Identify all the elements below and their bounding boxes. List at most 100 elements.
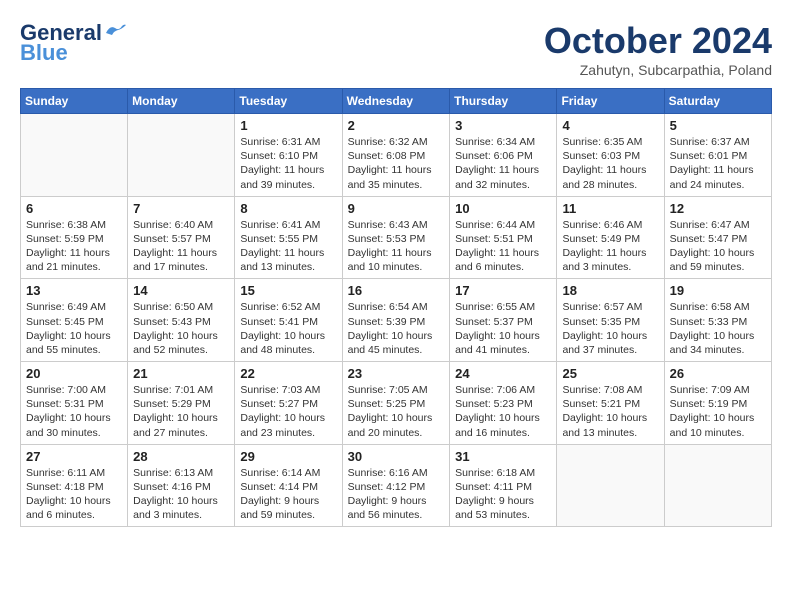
month-title: October 2024: [544, 20, 772, 62]
day-number: 11: [562, 201, 658, 216]
location-subtitle: Zahutyn, Subcarpathia, Poland: [544, 62, 772, 78]
calendar-cell: 4 Sunrise: 6:35 AM Sunset: 6:03 PM Daylig…: [557, 114, 664, 197]
calendar-cell: 18 Sunrise: 6:57 AM Sunset: 5:35 PM Dayli…: [557, 279, 664, 362]
day-number: 27: [26, 449, 122, 464]
day-info: Sunrise: 7:00 AM Sunset: 5:31 PM Dayligh…: [26, 383, 122, 440]
calendar-cell: [21, 114, 128, 197]
calendar-cell: 10 Sunrise: 6:44 AM Sunset: 5:51 PM Dayli…: [450, 196, 557, 279]
day-info: Sunrise: 6:55 AM Sunset: 5:37 PM Dayligh…: [455, 300, 551, 357]
title-block: October 2024 Zahutyn, Subcarpathia, Pola…: [544, 20, 772, 78]
day-number: 29: [240, 449, 336, 464]
day-number: 12: [670, 201, 766, 216]
calendar-header-sunday: Sunday: [21, 89, 128, 114]
day-info: Sunrise: 7:08 AM Sunset: 5:21 PM Dayligh…: [562, 383, 658, 440]
calendar-cell: 19 Sunrise: 6:58 AM Sunset: 5:33 PM Dayli…: [664, 279, 771, 362]
calendar-table: SundayMondayTuesdayWednesdayThursdayFrid…: [20, 88, 772, 527]
calendar-cell: 24 Sunrise: 7:06 AM Sunset: 5:23 PM Dayli…: [450, 362, 557, 445]
day-number: 25: [562, 366, 658, 381]
calendar-header-thursday: Thursday: [450, 89, 557, 114]
day-info: Sunrise: 7:09 AM Sunset: 5:19 PM Dayligh…: [670, 383, 766, 440]
calendar-cell: 22Sunrise: 7:03 AM Sunset: 5:27 PM Dayli…: [235, 362, 342, 445]
day-info: Sunrise: 6:41 AM Sunset: 5:55 PM Dayligh…: [240, 218, 336, 275]
calendar-header-row: SundayMondayTuesdayWednesdayThursdayFrid…: [21, 89, 772, 114]
calendar-cell: 5Sunrise: 6:37 AM Sunset: 6:01 PM Daylig…: [664, 114, 771, 197]
calendar-cell: [557, 444, 664, 527]
calendar-week-row: 27 Sunrise: 6:11 AM Sunset: 4:18 PM Dayli…: [21, 444, 772, 527]
calendar-cell: 26Sunrise: 7:09 AM Sunset: 5:19 PM Dayli…: [664, 362, 771, 445]
logo: General Blue: [20, 20, 126, 66]
day-number: 6: [26, 201, 122, 216]
day-info: Sunrise: 6:49 AM Sunset: 5:45 PM Dayligh…: [26, 300, 122, 357]
calendar-cell: 2Sunrise: 6:32 AM Sunset: 6:08 PM Daylig…: [342, 114, 450, 197]
day-info: Sunrise: 6:14 AM Sunset: 4:14 PM Dayligh…: [240, 466, 336, 523]
day-info: Sunrise: 6:44 AM Sunset: 5:51 PM Dayligh…: [455, 218, 551, 275]
calendar-cell: 31 Sunrise: 6:18 AM Sunset: 4:11 PM Dayli…: [450, 444, 557, 527]
calendar-cell: 11Sunrise: 6:46 AM Sunset: 5:49 PM Dayli…: [557, 196, 664, 279]
day-info: Sunrise: 6:57 AM Sunset: 5:35 PM Dayligh…: [562, 300, 658, 357]
day-number: 20: [26, 366, 122, 381]
day-number: 4: [562, 118, 658, 133]
day-number: 18: [562, 283, 658, 298]
calendar-cell: 13 Sunrise: 6:49 AM Sunset: 5:45 PM Dayli…: [21, 279, 128, 362]
day-info: Sunrise: 7:01 AM Sunset: 5:29 PM Dayligh…: [133, 383, 229, 440]
day-number: 5: [670, 118, 766, 133]
day-info: Sunrise: 7:03 AM Sunset: 5:27 PM Dayligh…: [240, 383, 336, 440]
calendar-cell: 14Sunrise: 6:50 AM Sunset: 5:43 PM Dayli…: [128, 279, 235, 362]
day-info: Sunrise: 6:35 AM Sunset: 6:03 PM Dayligh…: [562, 135, 658, 192]
day-number: 1: [240, 118, 336, 133]
calendar-header-saturday: Saturday: [664, 89, 771, 114]
day-info: Sunrise: 6:31 AM Sunset: 6:10 PM Dayligh…: [240, 135, 336, 192]
calendar-cell: 27 Sunrise: 6:11 AM Sunset: 4:18 PM Dayli…: [21, 444, 128, 527]
day-number: 21: [133, 366, 229, 381]
calendar-cell: 23Sunrise: 7:05 AM Sunset: 5:25 PM Dayli…: [342, 362, 450, 445]
calendar-cell: 20 Sunrise: 7:00 AM Sunset: 5:31 PM Dayli…: [21, 362, 128, 445]
day-info: Sunrise: 7:06 AM Sunset: 5:23 PM Dayligh…: [455, 383, 551, 440]
day-number: 3: [455, 118, 551, 133]
calendar-header-monday: Monday: [128, 89, 235, 114]
calendar-cell: 8 Sunrise: 6:41 AM Sunset: 5:55 PM Daylig…: [235, 196, 342, 279]
day-number: 15: [240, 283, 336, 298]
day-number: 10: [455, 201, 551, 216]
day-info: Sunrise: 6:58 AM Sunset: 5:33 PM Dayligh…: [670, 300, 766, 357]
day-info: Sunrise: 6:38 AM Sunset: 5:59 PM Dayligh…: [26, 218, 122, 275]
calendar-cell: [128, 114, 235, 197]
calendar-cell: 6 Sunrise: 6:38 AM Sunset: 5:59 PM Daylig…: [21, 196, 128, 279]
calendar-cell: 29 Sunrise: 6:14 AM Sunset: 4:14 PM Dayli…: [235, 444, 342, 527]
calendar-cell: 12 Sunrise: 6:47 AM Sunset: 5:47 PM Dayli…: [664, 196, 771, 279]
calendar-cell: 17 Sunrise: 6:55 AM Sunset: 5:37 PM Dayli…: [450, 279, 557, 362]
day-info: Sunrise: 6:40 AM Sunset: 5:57 PM Dayligh…: [133, 218, 229, 275]
calendar-cell: 21 Sunrise: 7:01 AM Sunset: 5:29 PM Dayli…: [128, 362, 235, 445]
calendar-week-row: 13 Sunrise: 6:49 AM Sunset: 5:45 PM Dayli…: [21, 279, 772, 362]
day-info: Sunrise: 6:52 AM Sunset: 5:41 PM Dayligh…: [240, 300, 336, 357]
day-number: 9: [348, 201, 445, 216]
day-number: 7: [133, 201, 229, 216]
calendar-cell: [664, 444, 771, 527]
page-header: General Blue October 2024 Zahutyn, Subca…: [20, 20, 772, 78]
day-number: 30: [348, 449, 445, 464]
calendar-cell: 15 Sunrise: 6:52 AM Sunset: 5:41 PM Dayli…: [235, 279, 342, 362]
day-number: 8: [240, 201, 336, 216]
calendar-cell: 30 Sunrise: 6:16 AM Sunset: 4:12 PM Dayli…: [342, 444, 450, 527]
day-number: 31: [455, 449, 551, 464]
calendar-cell: 7 Sunrise: 6:40 AM Sunset: 5:57 PM Daylig…: [128, 196, 235, 279]
day-number: 24: [455, 366, 551, 381]
day-number: 13: [26, 283, 122, 298]
calendar-cell: 25 Sunrise: 7:08 AM Sunset: 5:21 PM Dayli…: [557, 362, 664, 445]
day-number: 17: [455, 283, 551, 298]
day-info: Sunrise: 6:43 AM Sunset: 5:53 PM Dayligh…: [348, 218, 445, 275]
day-info: Sunrise: 6:16 AM Sunset: 4:12 PM Dayligh…: [348, 466, 445, 523]
day-info: Sunrise: 6:18 AM Sunset: 4:11 PM Dayligh…: [455, 466, 551, 523]
calendar-cell: 28Sunrise: 6:13 AM Sunset: 4:16 PM Dayli…: [128, 444, 235, 527]
day-number: 23: [348, 366, 445, 381]
calendar-header-tuesday: Tuesday: [235, 89, 342, 114]
calendar-cell: 3 Sunrise: 6:34 AM Sunset: 6:06 PM Daylig…: [450, 114, 557, 197]
calendar-cell: 9 Sunrise: 6:43 AM Sunset: 5:53 PM Daylig…: [342, 196, 450, 279]
day-number: 28: [133, 449, 229, 464]
day-info: Sunrise: 6:11 AM Sunset: 4:18 PM Dayligh…: [26, 466, 122, 523]
calendar-week-row: 6 Sunrise: 6:38 AM Sunset: 5:59 PM Daylig…: [21, 196, 772, 279]
day-info: Sunrise: 6:47 AM Sunset: 5:47 PM Dayligh…: [670, 218, 766, 275]
calendar-cell: 1 Sunrise: 6:31 AM Sunset: 6:10 PM Daylig…: [235, 114, 342, 197]
day-info: Sunrise: 6:34 AM Sunset: 6:06 PM Dayligh…: [455, 135, 551, 192]
day-number: 19: [670, 283, 766, 298]
calendar-cell: 16Sunrise: 6:54 AM Sunset: 5:39 PM Dayli…: [342, 279, 450, 362]
